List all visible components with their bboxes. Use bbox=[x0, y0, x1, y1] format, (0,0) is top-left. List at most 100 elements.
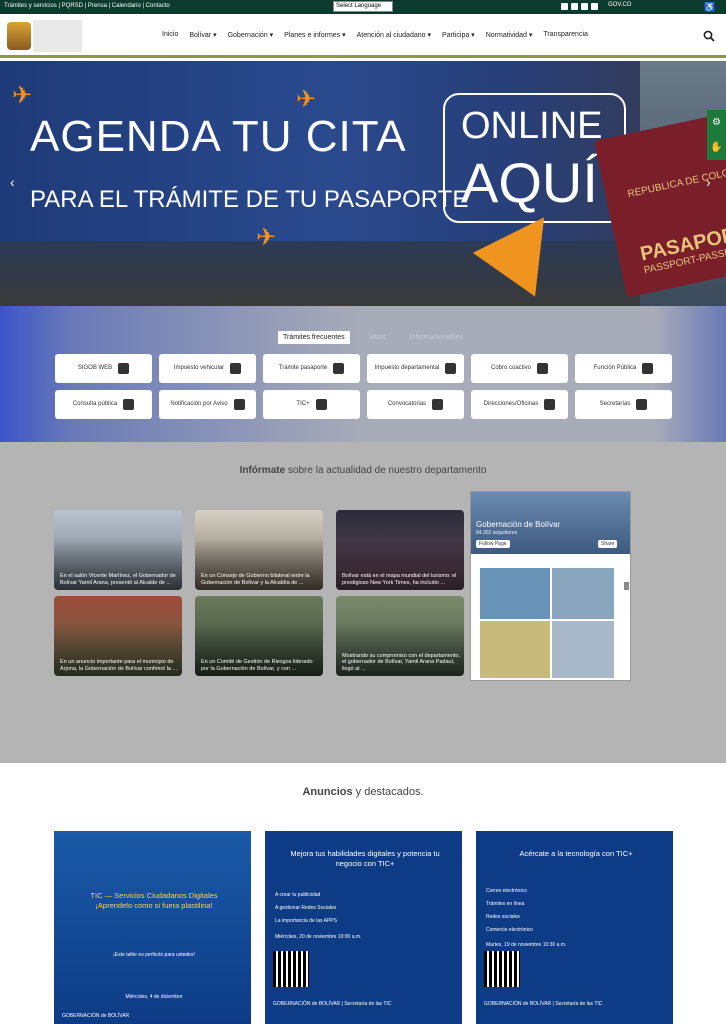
anuncio-footer: GOBERNACIÓN de BOLÍVAR | Secretaría de l… bbox=[273, 1001, 392, 1007]
social-icons bbox=[561, 3, 598, 10]
tramite-label: Impuesto vehicular bbox=[173, 365, 225, 371]
anuncio-title: Acércate a la tecnología con TIC+ bbox=[519, 849, 633, 858]
tab-informacionables[interactable]: Informacionables bbox=[405, 331, 468, 344]
anuncio-title: Mejora tus habilidades digitales y poten… bbox=[290, 849, 440, 868]
folder-open-icon bbox=[432, 399, 444, 410]
nav-inicio[interactable]: Inicio bbox=[162, 31, 178, 39]
tramite-consulta-publica[interactable]: Consulta pública bbox=[55, 390, 152, 419]
qr-code bbox=[484, 951, 520, 987]
news-caption: Bolívar está en el mapa mundial del turi… bbox=[342, 573, 457, 586]
aqui-text: AQUÍ bbox=[461, 151, 598, 214]
news-title-rest: sobre la actualidad de nuestro departame… bbox=[285, 465, 487, 476]
tramite-label: Trámite pasaporte bbox=[278, 365, 328, 371]
fb-follow-button[interactable]: Follow Page bbox=[476, 540, 510, 548]
airplane-icon: ✈ bbox=[296, 86, 317, 113]
hero-banner[interactable]: ✈ ✈ ✈ AGENDA TU CITA PARA EL TRÁMITE DE … bbox=[0, 61, 726, 306]
tramite-impuesto-departamental[interactable]: Impuesto departamental bbox=[367, 354, 464, 383]
anuncio-card[interactable]: TIC — Servicios Ciudadanos Digitales ¡Ap… bbox=[54, 831, 251, 1024]
anuncio-footer: GOBERNACIÓN de BOLÍVAR | Secretaría de l… bbox=[484, 1001, 603, 1007]
sign-language-icon[interactable]: ✋ bbox=[707, 135, 726, 160]
tramite-sigob[interactable]: SIGOB WEB bbox=[55, 354, 152, 383]
edit-icon bbox=[118, 363, 130, 374]
tramite-tic[interactable]: TIC+ bbox=[263, 390, 360, 419]
anuncio-line: Miércoles, 20 de noviembre 10:00 a.m. bbox=[275, 934, 362, 940]
anuncios-grid: TIC — Servicios Ciudadanos Digitales ¡Ap… bbox=[54, 831, 673, 1024]
tramites-grid: SIGOB WEB Impuesto vehicular Trámite pas… bbox=[55, 354, 672, 419]
tab-tramites-frecuentes[interactable]: Trámites frecuentes bbox=[278, 331, 350, 344]
fb-photo[interactable] bbox=[480, 568, 550, 619]
gobernacion-logo[interactable] bbox=[7, 22, 31, 50]
news-caption: Mostrando su compromiso con el departame… bbox=[342, 652, 461, 672]
tramite-pasaporte[interactable]: Trámite pasaporte bbox=[263, 354, 360, 383]
tab-sitios[interactable]: Sitios bbox=[364, 331, 391, 344]
building-icon bbox=[544, 399, 556, 410]
carousel-next-icon[interactable]: › bbox=[706, 174, 711, 190]
tramite-funcion-publica[interactable]: Función Pública bbox=[575, 354, 672, 383]
tramite-direcciones[interactable]: Direcciones/Oficinas bbox=[471, 390, 568, 419]
tramite-convocatorias[interactable]: Convocatorias bbox=[367, 390, 464, 419]
tramite-label: Consulta pública bbox=[72, 401, 118, 407]
nav-normatividad[interactable]: Normatividad ▾ bbox=[486, 31, 533, 39]
top-links[interactable]: Trámites y servicios | PQRSD | Prensa | … bbox=[4, 3, 170, 9]
accessibility-icon[interactable]: ♿ bbox=[704, 2, 715, 12]
fb-photo[interactable] bbox=[552, 621, 614, 678]
anuncios-title-bold: Anuncios bbox=[302, 786, 353, 798]
news-card[interactable]: En un Consejo de Gobierno bilateral entr… bbox=[195, 510, 323, 590]
online-text: ONLINE bbox=[461, 105, 603, 147]
airplane-icon: ✈ bbox=[256, 224, 277, 251]
language-select[interactable]: Select Language bbox=[333, 1, 393, 12]
id-card-icon bbox=[636, 399, 648, 410]
news-title: Infórmate sobre la actualidad de nuestro… bbox=[0, 465, 726, 476]
fb-page-name[interactable]: Gobernación de Bolívar bbox=[476, 520, 560, 529]
nav-bolivar[interactable]: Bolívar ▾ bbox=[189, 31, 216, 39]
anuncios-title: Anuncios y destacados. bbox=[0, 786, 726, 798]
hand-pointer-icon bbox=[642, 363, 654, 374]
tramite-notificacion-aviso[interactable]: Notificación por Aviso bbox=[159, 390, 256, 419]
news-card[interactable]: Bolívar está en el mapa mundial del turi… bbox=[336, 510, 464, 590]
tramite-cobro-coactivo[interactable]: Cobro coactivo bbox=[471, 354, 568, 383]
anuncio-footer: GOBERNACIÓN de BOLÍVAR bbox=[62, 1013, 130, 1019]
anuncio-line: La importancia de las APPS bbox=[275, 918, 337, 924]
instagram-icon[interactable] bbox=[591, 3, 598, 10]
news-card[interactable]: En el salón Vicente Martínez, el Goberna… bbox=[54, 510, 182, 590]
anuncio-card[interactable]: Mejora tus habilidades digitales y poten… bbox=[265, 831, 462, 1024]
news-caption: En un anuncio importante para el municip… bbox=[60, 659, 178, 672]
main-header: Inicio Bolívar ▾ Gobernación ▾ Planes e … bbox=[0, 14, 726, 58]
nav-transparencia[interactable]: Transparencia bbox=[543, 31, 588, 39]
nav-atencion[interactable]: Atención al ciudadano ▾ bbox=[357, 31, 431, 39]
news-card[interactable]: Mostrando su compromiso con el departame… bbox=[336, 596, 464, 676]
tramite-secretarias[interactable]: Secretarías bbox=[575, 390, 672, 419]
news-caption: En un Consejo de Gobierno bilateral entr… bbox=[201, 573, 310, 586]
qr-code bbox=[273, 951, 309, 987]
facebook-icon[interactable] bbox=[561, 3, 568, 10]
hero-subheadline: PARA EL TRÁMITE DE TU PASAPORTE bbox=[30, 186, 469, 213]
tramite-label: Función Pública bbox=[593, 365, 637, 371]
anuncio-card[interactable]: Acércate a la tecnología con TIC+ Correo… bbox=[476, 831, 673, 1024]
govco-link[interactable]: GOV.CO bbox=[608, 2, 631, 8]
airplane-icon: ✈ bbox=[12, 82, 33, 109]
twitter-icon[interactable] bbox=[571, 3, 578, 10]
anuncio-line: ¡Este taller es perfecto para ustedes! bbox=[113, 952, 195, 958]
carousel-prev-icon[interactable]: ‹ bbox=[10, 174, 15, 190]
news-card[interactable]: En un Comité de Gestión de Riesgos lider… bbox=[195, 596, 323, 676]
nav-planes[interactable]: Planes e informes ▾ bbox=[284, 31, 346, 39]
main-nav: Inicio Bolívar ▾ Gobernación ▾ Planes e … bbox=[162, 31, 599, 39]
youtube-icon[interactable] bbox=[581, 3, 588, 10]
fb-photo[interactable] bbox=[480, 621, 550, 678]
nav-gobernacion[interactable]: Gobernación ▾ bbox=[228, 31, 274, 39]
facebook-widget[interactable]: Gobernación de Bolívar 84.302 seguidores… bbox=[470, 491, 631, 681]
nav-participa[interactable]: Participa ▾ bbox=[442, 31, 475, 39]
fb-share-button[interactable]: Share bbox=[598, 540, 618, 548]
search-icon[interactable] bbox=[703, 30, 715, 42]
fb-photo[interactable] bbox=[552, 568, 614, 619]
car-icon bbox=[230, 363, 242, 374]
hand-plus-icon bbox=[315, 399, 327, 410]
tramite-impuesto-vehicular[interactable]: Impuesto vehicular bbox=[159, 354, 256, 383]
news-card[interactable]: En un anuncio importante para el municip… bbox=[54, 596, 182, 676]
anuncio-line: Comercio electrónico bbox=[486, 927, 533, 933]
settings-icon[interactable]: ⚙ bbox=[707, 110, 726, 135]
news-caption: En un Comité de Gestión de Riesgos lider… bbox=[201, 659, 313, 672]
news-grid: En el salón Vicente Martínez, el Goberna… bbox=[54, 510, 464, 676]
tramite-label: Impuesto departamental bbox=[374, 365, 440, 371]
fb-scrollbar[interactable] bbox=[624, 582, 629, 590]
